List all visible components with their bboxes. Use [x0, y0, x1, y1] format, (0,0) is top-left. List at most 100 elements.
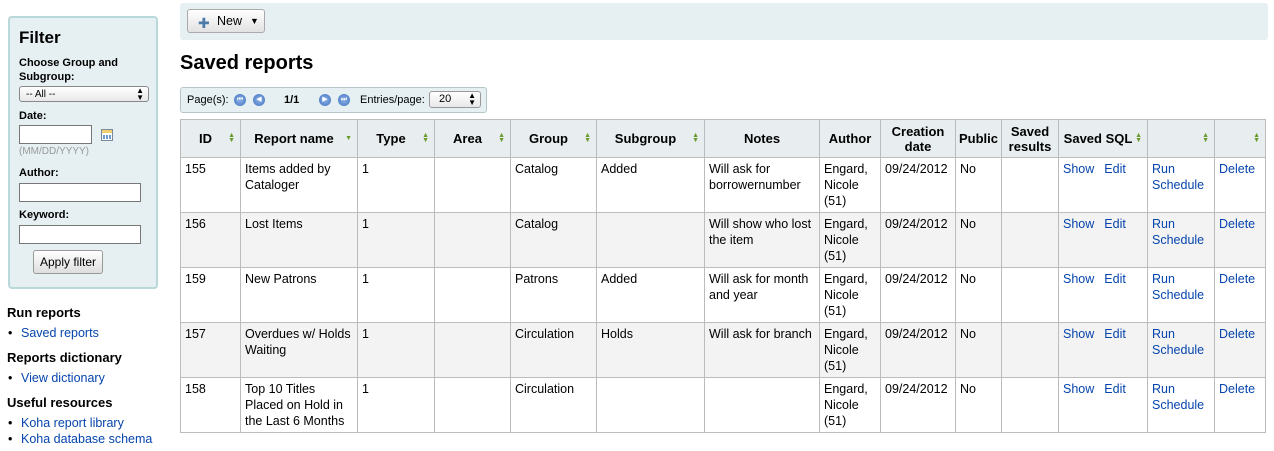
cell-name: Top 10 Titles Placed on Hold in the Last… — [240, 377, 358, 433]
column-header[interactable]: Type ▲ ▼ — [357, 119, 435, 158]
report-library-link[interactable]: Koha report library — [21, 416, 124, 430]
next-page-icon[interactable]: ▶ — [319, 94, 331, 106]
column-header[interactable]: ▲ ▼ — [1147, 119, 1215, 158]
column-header[interactable]: Subgroup ▲ ▼ — [596, 119, 705, 158]
run-report-link[interactable]: Run — [1152, 217, 1175, 231]
edit-report-link[interactable]: Edit — [1104, 327, 1126, 341]
run-report-link[interactable]: Run — [1152, 272, 1175, 286]
show-sql-link[interactable]: Show — [1063, 327, 1094, 341]
edit-report-link[interactable]: Edit — [1104, 217, 1126, 231]
cell-id: 156 — [180, 212, 241, 268]
apply-filter-button[interactable]: Apply filter — [33, 250, 104, 274]
edit-report-link[interactable]: Edit — [1104, 272, 1126, 286]
keyword-input[interactable] — [19, 225, 141, 244]
column-header[interactable]: Report name ▼ — [240, 119, 358, 158]
previous-page-icon[interactable]: ◀ — [253, 94, 265, 106]
delete-report-link[interactable]: Delete — [1219, 217, 1255, 231]
plus-icon: ✚ — [198, 15, 210, 31]
delete-report-link[interactable]: Delete — [1219, 162, 1255, 176]
pager: Page(s): ⏮ ◀ 1/1 ▶ ⏭ Entries/page: 20 ▲ ▼ — [180, 87, 487, 113]
date-input[interactable] — [19, 125, 92, 144]
cell-saved-results — [1001, 157, 1059, 213]
cell-public: No — [955, 322, 1002, 378]
group-select[interactable]: -- All -- ▲ ▼ — [19, 86, 149, 102]
cell-notes: Will ask for month and year — [704, 267, 820, 323]
table-row: 158 Top 10 Titles Placed on Hold in the L… — [180, 377, 1266, 433]
cell-author: Engard, Nicole (51) — [819, 377, 881, 433]
toolbar: ✚ New ▼ — [180, 3, 1268, 40]
cell-run: Run Schedule — [1147, 212, 1215, 268]
cell-type: 1 — [357, 322, 435, 378]
sort-icon: ▲ ▼ — [1135, 132, 1142, 144]
cell-run: Run Schedule — [1147, 377, 1215, 433]
column-header[interactable]: Saved SQL ▲ ▼ — [1058, 119, 1148, 158]
author-input[interactable] — [19, 183, 141, 202]
edit-report-link[interactable]: Edit — [1104, 162, 1126, 176]
column-header[interactable]: ID ▲ ▼ — [180, 119, 241, 158]
cell-saved-results — [1001, 377, 1059, 433]
cell-id: 159 — [180, 267, 241, 323]
column-header[interactable]: Area ▲ ▼ — [434, 119, 511, 158]
view-dictionary-link[interactable]: View dictionary — [21, 371, 105, 385]
last-page-icon[interactable]: ⏭ — [338, 94, 350, 106]
cell-area — [434, 267, 511, 323]
cell-notes: Will ask for borrowernumber — [704, 157, 820, 213]
cell-name: New Patrons — [240, 267, 358, 323]
delete-report-link[interactable]: Delete — [1219, 382, 1255, 396]
cell-date: 09/24/2012 — [880, 377, 956, 433]
select-arrows-icon: ▲ ▼ — [136, 86, 144, 102]
show-sql-link[interactable]: Show — [1063, 272, 1094, 286]
cell-notes — [704, 377, 820, 433]
cell-name: Lost Items — [240, 212, 358, 268]
show-sql-link[interactable]: Show — [1063, 382, 1094, 396]
cell-type: 1 — [357, 212, 435, 268]
first-page-icon[interactable]: ⏮ — [234, 94, 246, 106]
show-sql-link[interactable]: Show — [1063, 217, 1094, 231]
table-row: 156 Lost Items 1 Catalog Will show who lost … — [180, 212, 1266, 268]
delete-report-link[interactable]: Delete — [1219, 272, 1255, 286]
run-report-link[interactable]: Run — [1152, 327, 1175, 341]
new-report-button[interactable]: ✚ New ▼ — [187, 9, 265, 33]
cell-run: Run Schedule — [1147, 267, 1215, 323]
cell-run: Run Schedule — [1147, 322, 1215, 378]
filter-title: Filter — [19, 28, 61, 47]
column-header[interactable]: ▲ ▼ — [1214, 119, 1266, 158]
entries-select[interactable]: 20 ▲ ▼ — [429, 91, 481, 108]
cell-group: Catalog — [510, 157, 597, 213]
schedule-report-link[interactable]: Schedule — [1152, 343, 1204, 357]
calendar-icon[interactable] — [100, 128, 113, 141]
cell-saved-sql: Show Edit — [1058, 322, 1148, 378]
run-reports-heading: Run reports — [7, 305, 81, 320]
edit-report-link[interactable]: Edit — [1104, 382, 1126, 396]
cell-type: 1 — [357, 377, 435, 433]
run-report-link[interactable]: Run — [1152, 162, 1175, 176]
cell-group: Circulation — [510, 377, 597, 433]
sort-desc-icon: ▼ — [345, 135, 352, 142]
show-sql-link[interactable]: Show — [1063, 162, 1094, 176]
schedule-report-link[interactable]: Schedule — [1152, 233, 1204, 247]
table-header-row: ID ▲ ▼ Report name ▼ Type ▲ ▼ Area ▲ ▼ Group ▲ ▼ … — [180, 119, 1266, 158]
cell-name: Items added by Cataloger — [240, 157, 358, 213]
cell-group: Patrons — [510, 267, 597, 323]
cell-notes: Will show who lost the item — [704, 212, 820, 268]
cell-date: 09/24/2012 — [880, 267, 956, 323]
table-row: 157 Overdues w/ Holds Waiting 1 Circulation… — [180, 322, 1266, 378]
saved-reports-link[interactable]: Saved reports — [21, 326, 99, 340]
schedule-report-link[interactable]: Schedule — [1152, 288, 1204, 302]
run-report-link[interactable]: Run — [1152, 382, 1175, 396]
sort-icon: ▲ ▼ — [498, 132, 505, 144]
saved-reports-table: ID ▲ ▼ Report name ▼ Type ▲ ▼ Area ▲ ▼ Group ▲ ▼ … — [180, 119, 1266, 433]
column-header: Author — [819, 119, 881, 158]
database-schema-link[interactable]: Koha database schema — [21, 432, 152, 446]
column-header[interactable]: Group ▲ ▼ — [510, 119, 597, 158]
delete-report-link[interactable]: Delete — [1219, 327, 1255, 341]
sort-icon: ▲ ▼ — [1202, 132, 1209, 144]
page-number: 1/1 — [284, 94, 300, 106]
cell-id: 157 — [180, 322, 241, 378]
schedule-report-link[interactable]: Schedule — [1152, 398, 1204, 412]
cell-delete: Delete — [1214, 377, 1266, 433]
schedule-report-link[interactable]: Schedule — [1152, 178, 1204, 192]
page-title: Saved reports — [180, 52, 314, 74]
cell-public: No — [955, 157, 1002, 213]
table-row: 159 New Patrons 1 Patrons Added Will ask for … — [180, 267, 1266, 323]
